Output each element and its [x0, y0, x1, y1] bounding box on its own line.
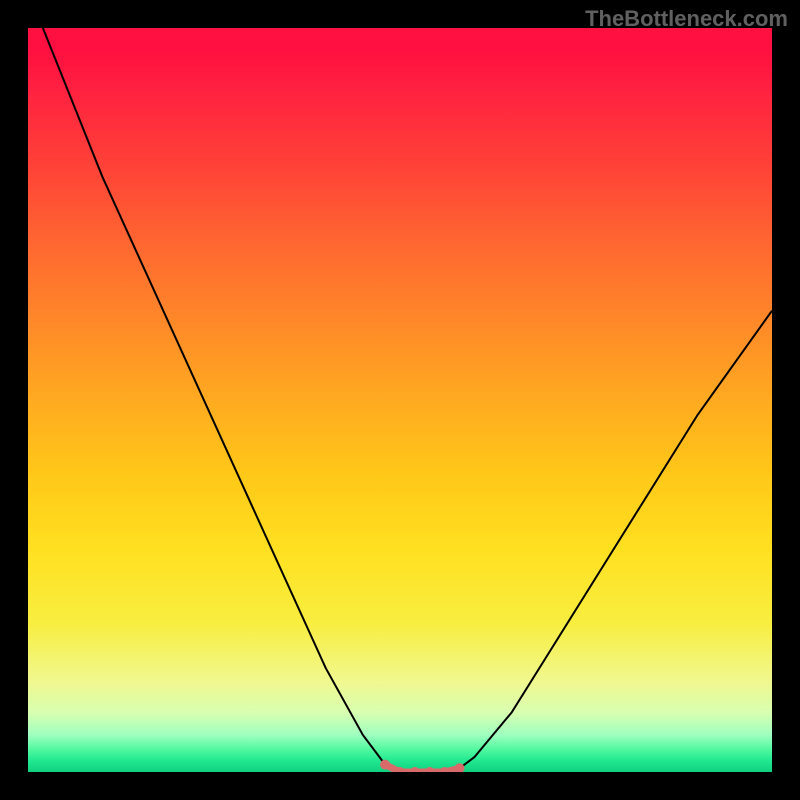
plot-area	[28, 28, 772, 772]
highlight-region	[28, 28, 772, 772]
watermark-text: TheBottleneck.com	[585, 6, 788, 32]
